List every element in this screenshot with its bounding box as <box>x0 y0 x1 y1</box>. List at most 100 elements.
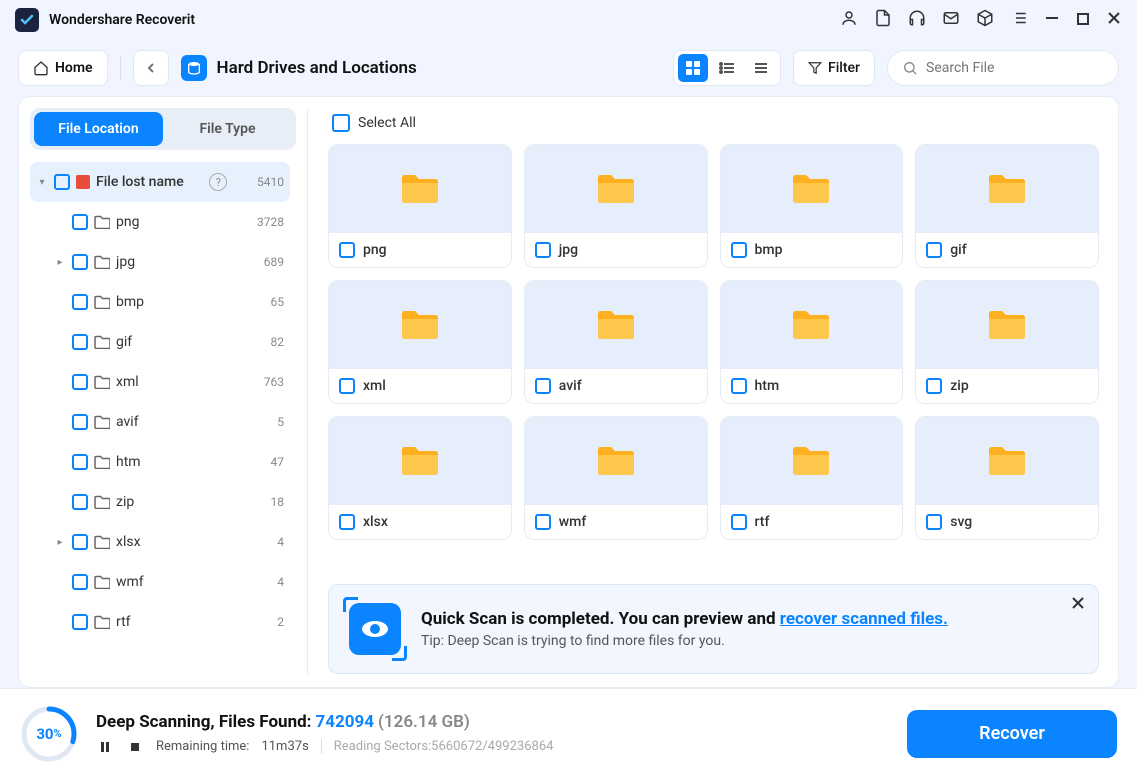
select-all-checkbox[interactable] <box>332 114 350 132</box>
tree-item-rtf[interactable]: rtf2 <box>30 602 290 642</box>
list-icon[interactable] <box>1010 9 1028 31</box>
tree-item-png[interactable]: png3728 <box>30 202 290 242</box>
recover-button[interactable]: Recover <box>907 710 1117 758</box>
folder-name: gif <box>950 242 966 258</box>
checkbox[interactable] <box>926 514 942 530</box>
tree-item-gif[interactable]: gif82 <box>30 322 290 362</box>
filter-button[interactable]: Filter <box>793 50 875 86</box>
tree-item-bmp[interactable]: bmp65 <box>30 282 290 322</box>
back-button[interactable] <box>133 50 169 86</box>
folder-card-rtf[interactable]: rtf <box>720 416 904 540</box>
search-box[interactable] <box>887 50 1119 86</box>
folder-icon <box>94 455 110 469</box>
tree-root[interactable]: ▾ File lost name ? 5410 <box>30 162 290 202</box>
checkbox[interactable] <box>535 242 551 258</box>
checkbox[interactable] <box>72 534 88 550</box>
scan-status-line: Deep Scanning, Files Found: 742094 (126.… <box>96 712 889 732</box>
checkbox[interactable] <box>72 574 88 590</box>
list-view-icon <box>719 60 735 76</box>
view-details-button[interactable] <box>746 54 776 82</box>
tree-item-xml[interactable]: xml763 <box>30 362 290 402</box>
checkbox[interactable] <box>339 378 355 394</box>
checkbox[interactable] <box>72 494 88 510</box>
checkbox[interactable] <box>926 242 942 258</box>
tree-item-label: jpg <box>116 254 135 270</box>
tree-item-zip[interactable]: zip18 <box>30 482 290 522</box>
checkbox[interactable] <box>339 242 355 258</box>
search-input[interactable] <box>926 60 1104 76</box>
tree-item-htm[interactable]: htm47 <box>30 442 290 482</box>
folder-card-jpg[interactable]: jpg <box>524 144 708 268</box>
checkbox[interactable] <box>72 334 88 350</box>
close-icon[interactable] <box>1106 10 1122 30</box>
folder-icon <box>94 215 110 229</box>
file-tree[interactable]: ▾ File lost name ? 5410 png3728 ▸ jpg 689 bm… <box>30 162 296 676</box>
folder-card-xlsx[interactable]: xlsx <box>328 416 512 540</box>
tab-file-location[interactable]: File Location <box>34 112 163 146</box>
checkbox[interactable] <box>72 374 88 390</box>
checkbox[interactable] <box>731 242 747 258</box>
chevron-down-icon[interactable]: ▾ <box>36 177 48 188</box>
tree-item-label: zip <box>116 494 134 510</box>
cube-icon[interactable] <box>976 9 994 31</box>
checkbox[interactable] <box>72 254 88 270</box>
home-button[interactable]: Home <box>18 50 108 86</box>
view-grid-button[interactable] <box>678 54 708 82</box>
bottom-bar: 30% Deep Scanning, Files Found: 742094 (… <box>0 688 1137 778</box>
tree-item-count: 689 <box>264 255 284 269</box>
maximize-icon[interactable] <box>1076 11 1090 30</box>
card-footer: wmf <box>525 505 707 539</box>
stop-button[interactable] <box>126 738 144 756</box>
tab-file-type[interactable]: File Type <box>163 112 292 146</box>
tree-item-jpg[interactable]: ▸ jpg 689 <box>30 242 290 282</box>
card-footer: rtf <box>721 505 903 539</box>
tree-item-wmf[interactable]: wmf4 <box>30 562 290 602</box>
view-list-button[interactable] <box>712 54 742 82</box>
file-icon[interactable] <box>874 9 892 31</box>
minimize-icon[interactable] <box>1044 10 1060 30</box>
scan-info: Deep Scanning, Files Found: 742094 (126.… <box>96 712 889 756</box>
recover-files-link[interactable]: recover scanned files. <box>780 609 948 629</box>
tree-item-avif[interactable]: avif5 <box>30 402 290 442</box>
mail-icon[interactable] <box>942 9 960 31</box>
folder-icon <box>94 575 110 589</box>
folder-card-wmf[interactable]: wmf <box>524 416 708 540</box>
checkbox[interactable] <box>731 378 747 394</box>
folder-card-avif[interactable]: avif <box>524 280 708 404</box>
folder-icon <box>94 335 110 349</box>
chevron-right-icon[interactable]: ▸ <box>54 537 66 548</box>
card-footer: avif <box>525 369 707 403</box>
tree-item-label: wmf <box>116 574 144 590</box>
user-icon[interactable] <box>840 9 858 31</box>
checkbox[interactable] <box>72 294 88 310</box>
checkbox[interactable] <box>72 454 88 470</box>
banner-close-button[interactable] <box>1070 595 1086 615</box>
folder-name: bmp <box>755 242 783 258</box>
checkbox[interactable] <box>339 514 355 530</box>
checkbox[interactable] <box>926 378 942 394</box>
tree-item-label: avif <box>116 414 139 430</box>
folder-card-zip[interactable]: zip <box>915 280 1099 404</box>
checkbox[interactable] <box>731 514 747 530</box>
card-footer: xml <box>329 369 511 403</box>
folder-card-bmp[interactable]: bmp <box>720 144 904 268</box>
folder-card-svg[interactable]: svg <box>915 416 1099 540</box>
chevron-right-icon[interactable]: ▸ <box>54 257 66 268</box>
checkbox[interactable] <box>72 214 88 230</box>
headset-icon[interactable] <box>908 9 926 31</box>
tree-item-count: 47 <box>271 455 285 469</box>
folder-card-gif[interactable]: gif <box>915 144 1099 268</box>
folder-card-png[interactable]: png <box>328 144 512 268</box>
checkbox[interactable] <box>535 514 551 530</box>
tree-item-xlsx[interactable]: ▸xlsx4 <box>30 522 290 562</box>
folder-card-xml[interactable]: xml <box>328 280 512 404</box>
checkbox[interactable] <box>535 378 551 394</box>
checkbox[interactable] <box>72 614 88 630</box>
help-icon[interactable]: ? <box>209 173 227 191</box>
folder-icon <box>94 375 110 389</box>
pause-button[interactable] <box>96 738 114 756</box>
checkbox[interactable] <box>72 414 88 430</box>
folder-card-htm[interactable]: htm <box>720 280 904 404</box>
checkbox[interactable] <box>54 174 70 190</box>
drive-icon <box>181 55 207 81</box>
